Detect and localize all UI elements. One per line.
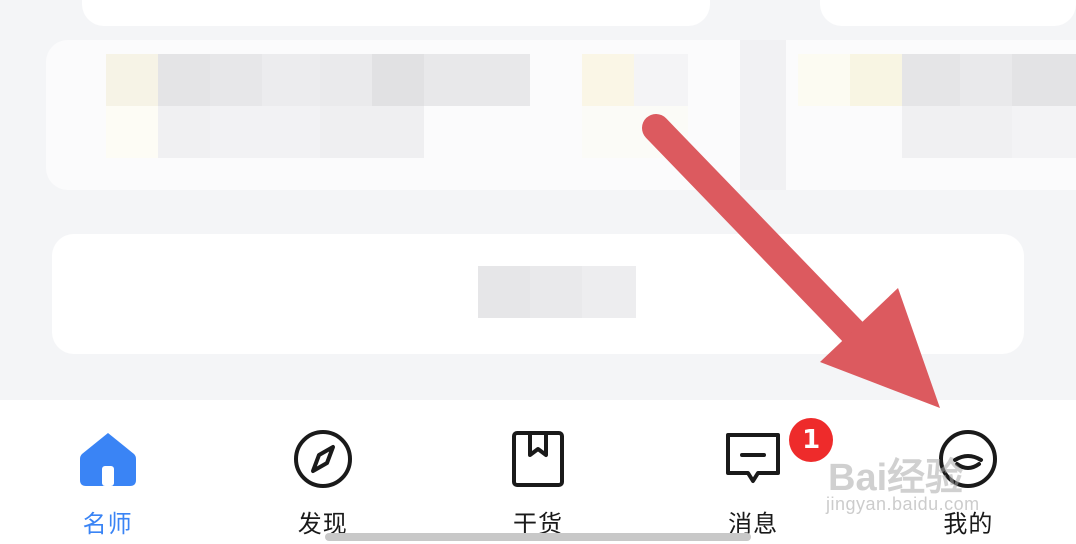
tab-mine-label: 我的 [943,510,994,538]
bottom-tab-bar: 名师 发现 干货 消息 1 我的 [0,400,1076,544]
bookmark-icon [507,428,569,490]
profile-icon [937,428,999,490]
tab-mine[interactable]: 我的 [888,400,1048,544]
compass-icon [292,428,354,490]
tab-home-label: 名师 [82,510,133,538]
content-card-top-right[interactable] [820,0,1076,26]
tab-discover[interactable]: 发现 [243,400,403,544]
tab-home[interactable]: 名师 [28,400,188,544]
unread-badge: 1 [789,418,834,462]
home-indicator[interactable] [325,533,751,541]
message-icon [722,428,784,490]
content-card-top-left[interactable] [82,0,710,26]
app-screen: 名师 发现 干货 消息 1 我的 Bai经验 jingyan.baidu.com [0,0,1076,544]
tab-messages[interactable]: 消息 1 [673,400,834,544]
home-icon [77,428,139,490]
tab-goods[interactable]: 干货 [458,400,618,544]
